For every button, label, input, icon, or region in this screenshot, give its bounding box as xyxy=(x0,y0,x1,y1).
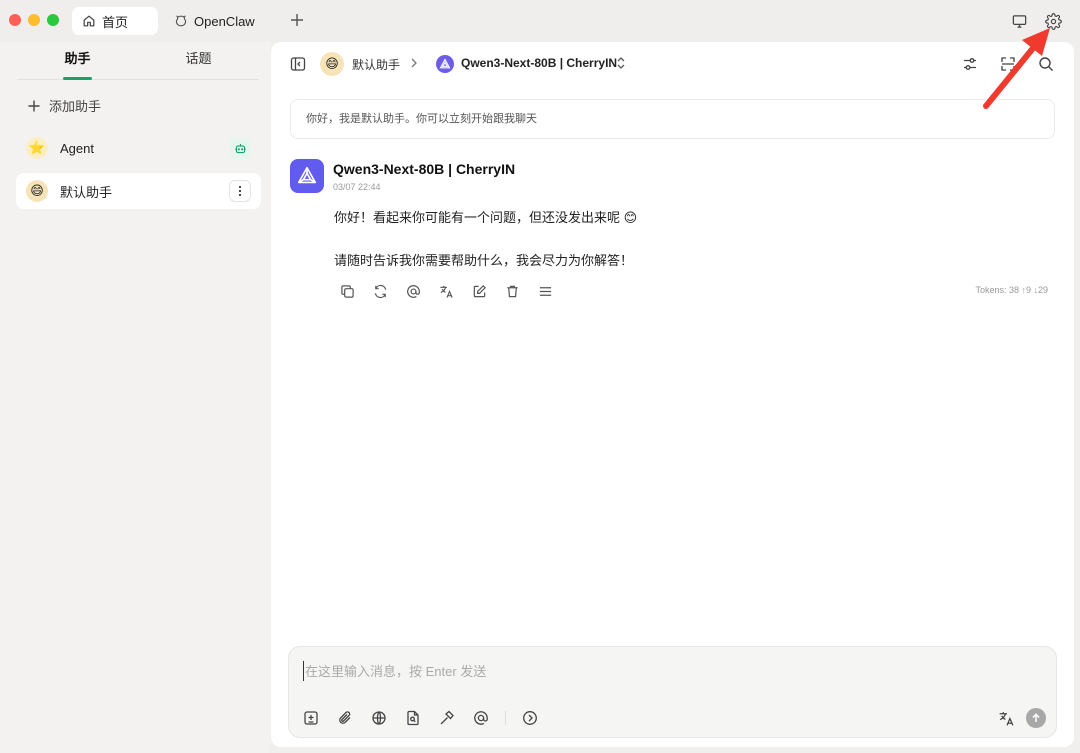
chevron-right-icon xyxy=(409,57,419,69)
message-input[interactable] xyxy=(303,661,903,681)
hammer-icon xyxy=(439,710,455,726)
composer-toolbar xyxy=(301,708,540,728)
tab-home[interactable]: 首页 xyxy=(72,7,158,35)
sidebar-item-agent[interactable]: ⭐ Agent xyxy=(16,130,261,166)
tab-topics[interactable]: 话题 xyxy=(138,42,259,79)
translate-input-button[interactable] xyxy=(996,708,1016,728)
model-selector[interactable]: Qwen3-Next-80B | CherryIN xyxy=(461,56,617,70)
message-model-name: Qwen3-Next-80B | CherryIN xyxy=(333,161,516,177)
delete-button[interactable] xyxy=(502,281,522,301)
tab-home-label: 首页 xyxy=(102,14,129,30)
window-close-button[interactable] xyxy=(9,14,21,26)
assistant-name[interactable]: 默认助手 xyxy=(352,56,400,73)
expand-tools-button[interactable] xyxy=(520,708,540,728)
delete-icon xyxy=(505,284,520,299)
chat-settings-button[interactable] xyxy=(960,54,980,74)
file-search-icon xyxy=(405,710,421,726)
edit-button[interactable] xyxy=(469,281,489,301)
mention-button[interactable] xyxy=(403,281,423,301)
message-text: 你好！看起来你可能有一个问题，但还没发出来呢 😊 xyxy=(334,210,638,225)
message-timestamp: 03/07 22:44 xyxy=(333,182,381,192)
edit-icon xyxy=(472,284,487,299)
agent-badge[interactable] xyxy=(229,137,251,159)
annotation-arrow xyxy=(980,24,1060,114)
mention-icon xyxy=(406,284,421,299)
attachment-button[interactable] xyxy=(335,708,355,728)
file-search-button[interactable] xyxy=(403,708,423,728)
sidebar: 助手 话题 添加助手 ⭐ Agent 😄 默认助手 xyxy=(0,42,270,753)
mention-model-button[interactable] xyxy=(471,708,491,728)
copy-icon xyxy=(340,284,355,299)
sidebar-item-default-assistant[interactable]: 😄 默认助手 xyxy=(16,173,261,209)
new-tab-button[interactable] xyxy=(288,11,306,29)
regenerate-icon xyxy=(373,284,388,299)
toolbar-divider xyxy=(505,711,506,725)
translate-icon xyxy=(998,710,1015,727)
expand-circle-icon xyxy=(522,710,538,726)
sidebar-tabs: 助手 话题 xyxy=(17,42,259,80)
title-bar: 首页 OpenClaw xyxy=(0,0,1080,42)
regenerate-button[interactable] xyxy=(370,281,390,301)
more-options-button[interactable] xyxy=(229,180,251,202)
tab-openclaw-label: OpenClaw xyxy=(194,13,255,29)
model-logo-icon xyxy=(436,55,454,73)
sliders-icon xyxy=(962,56,978,72)
tab-openclaw[interactable]: OpenClaw xyxy=(164,7,264,35)
model-avatar xyxy=(290,159,324,193)
translate-icon xyxy=(439,284,454,299)
plus-icon xyxy=(27,99,41,113)
add-assistant-label: 添加助手 xyxy=(49,99,102,114)
updown-icon[interactable] xyxy=(616,56,626,70)
token-usage: Tokens: 38 ↑9 ↓29 xyxy=(975,285,1048,295)
mention-icon xyxy=(473,710,489,726)
sidebar-item-label: Agent xyxy=(60,140,94,156)
chat-header: 😄 默认助手 Qwen3-Next-80B | CherryIN xyxy=(271,42,1074,86)
attachment-icon xyxy=(337,710,353,726)
toggle-sidebar-button[interactable] xyxy=(288,54,308,74)
window-minimize-button[interactable] xyxy=(28,14,40,26)
greeting-banner: 你好，我是默认助手。你可以立刻开始跟我聊天 xyxy=(290,99,1055,139)
message-composer xyxy=(288,646,1057,738)
home-icon xyxy=(82,14,96,28)
web-search-button[interactable] xyxy=(369,708,389,728)
more-vertical-icon xyxy=(234,185,246,197)
new-topic-icon xyxy=(303,710,319,726)
sidebar-toggle-icon xyxy=(290,56,306,72)
send-button[interactable] xyxy=(1026,708,1046,728)
menu-icon xyxy=(538,284,553,299)
translate-button[interactable] xyxy=(436,281,456,301)
add-assistant-button[interactable]: 添加助手 xyxy=(27,96,101,115)
copy-button[interactable] xyxy=(337,281,357,301)
robot-icon xyxy=(234,142,247,155)
smile-avatar: 😄 xyxy=(26,180,48,202)
tab-assistants[interactable]: 助手 xyxy=(17,42,138,80)
window-zoom-button[interactable] xyxy=(47,14,59,26)
star-avatar: ⭐ xyxy=(26,137,48,159)
web-search-icon xyxy=(371,710,387,726)
tools-button[interactable] xyxy=(437,708,457,728)
claw-icon xyxy=(174,14,188,28)
message-actions xyxy=(337,281,555,301)
plus-icon xyxy=(288,11,306,29)
assistant-avatar[interactable]: 😄 xyxy=(320,52,344,76)
model-logo-icon xyxy=(296,165,318,187)
sidebar-item-label: 默认助手 xyxy=(60,184,113,200)
message-text: 请随时告诉我你需要帮助什么，我会尽力为你解答！ xyxy=(334,253,634,268)
send-icon xyxy=(1031,713,1041,723)
new-topic-button[interactable] xyxy=(301,708,321,728)
chat-panel: 😄 默认助手 Qwen3-Next-80B | CherryIN 你好，我是默认… xyxy=(271,42,1074,747)
more-menu-button[interactable] xyxy=(535,281,555,301)
